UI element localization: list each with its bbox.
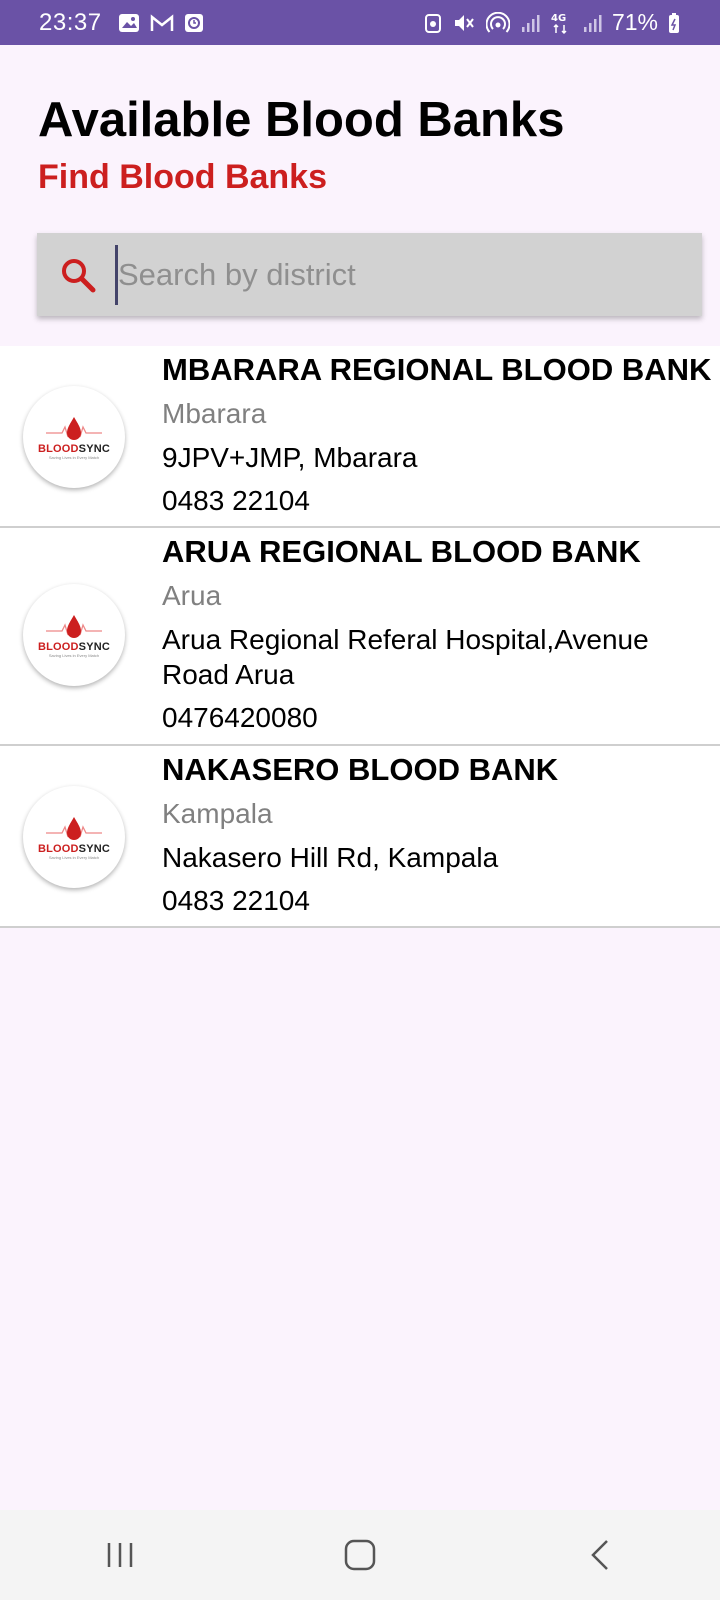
avatar: BLOODSYNC Saving Lives in Every Match (23, 386, 125, 488)
status-time: 23:37 (39, 8, 102, 36)
status-bar: 23:37 4G 71% (0, 0, 720, 45)
clock-notification-icon (184, 13, 204, 33)
bank-name: ARUA REGIONAL BLOOD BANK (162, 534, 641, 569)
home-button[interactable] (320, 1525, 400, 1585)
bank-district: Arua (162, 580, 222, 611)
list-item[interactable]: BLOODSYNC Saving Lives in Every Match AR… (0, 528, 720, 746)
battery-icon (668, 12, 680, 34)
list-item[interactable]: BLOODSYNC Saving Lives in Every Match NA… (0, 746, 720, 928)
logo-tagline: Saving Lives in Every Match (48, 652, 100, 658)
search-icon (62, 258, 96, 292)
page-subtitle: Find Blood Banks (38, 158, 327, 196)
page-title: Available Blood Banks (38, 93, 565, 147)
logo-tagline: Saving Lives in Every Match (48, 454, 100, 460)
bank-district: Mbarara (162, 398, 267, 429)
blood-drop-logo-icon (46, 416, 102, 440)
hotspot-icon (485, 11, 510, 34)
page-header: Available Blood Banks Find Blood Banks (38, 90, 564, 198)
avatar: BLOODSYNC Saving Lives in Every Match (23, 786, 125, 888)
logo-text: BLOODSYNC (37, 640, 111, 653)
gmail-icon (150, 13, 174, 32)
bank-phone: 0476420080 (162, 702, 318, 733)
list-item[interactable]: BLOODSYNC Saving Lives in Every Match MB… (0, 346, 720, 528)
mute-icon (452, 12, 476, 34)
battery-percentage: 71% (611, 9, 658, 35)
home-icon (344, 1539, 376, 1571)
signal-icon (520, 13, 540, 33)
logo-text: BLOODSYNC (37, 442, 111, 455)
recent-apps-button[interactable] (80, 1525, 160, 1585)
blood-drop-logo-icon (46, 614, 102, 638)
signal-icon (582, 13, 602, 33)
back-icon (591, 1540, 608, 1570)
avatar: BLOODSYNC Saving Lives in Every Match (23, 584, 125, 686)
logo-text: BLOODSYNC (37, 842, 111, 855)
gallery-icon (118, 13, 140, 33)
search-input[interactable] (115, 244, 638, 305)
4g-data-icon: 4G (550, 11, 572, 35)
recent-apps-icon (107, 1543, 133, 1567)
bank-district: Kampala (162, 798, 273, 829)
search-bar[interactable] (37, 233, 702, 316)
alarm-icon (424, 12, 442, 34)
system-nav-bar (0, 1510, 720, 1600)
bank-name: NAKASERO BLOOD BANK (162, 752, 559, 787)
bank-address: Nakasero Hill Rd, Kampala (162, 842, 499, 873)
bank-name: MBARARA REGIONAL BLOOD BANK (162, 352, 712, 387)
bank-address: 9JPV+JMP, Mbarara (162, 442, 418, 473)
bank-phone: 0483 22104 (162, 885, 310, 916)
svg-text:4G: 4G (551, 13, 566, 24)
back-button[interactable] (560, 1525, 640, 1585)
logo-tagline: Saving Lives in Every Match (48, 854, 100, 860)
blood-drop-logo-icon (46, 816, 102, 840)
bank-address: Arua Regional Referal Hospital,Avenue Ro… (162, 624, 649, 690)
blood-bank-list: BLOODSYNC Saving Lives in Every Match MB… (0, 346, 720, 928)
bank-phone: 0483 22104 (162, 485, 310, 516)
